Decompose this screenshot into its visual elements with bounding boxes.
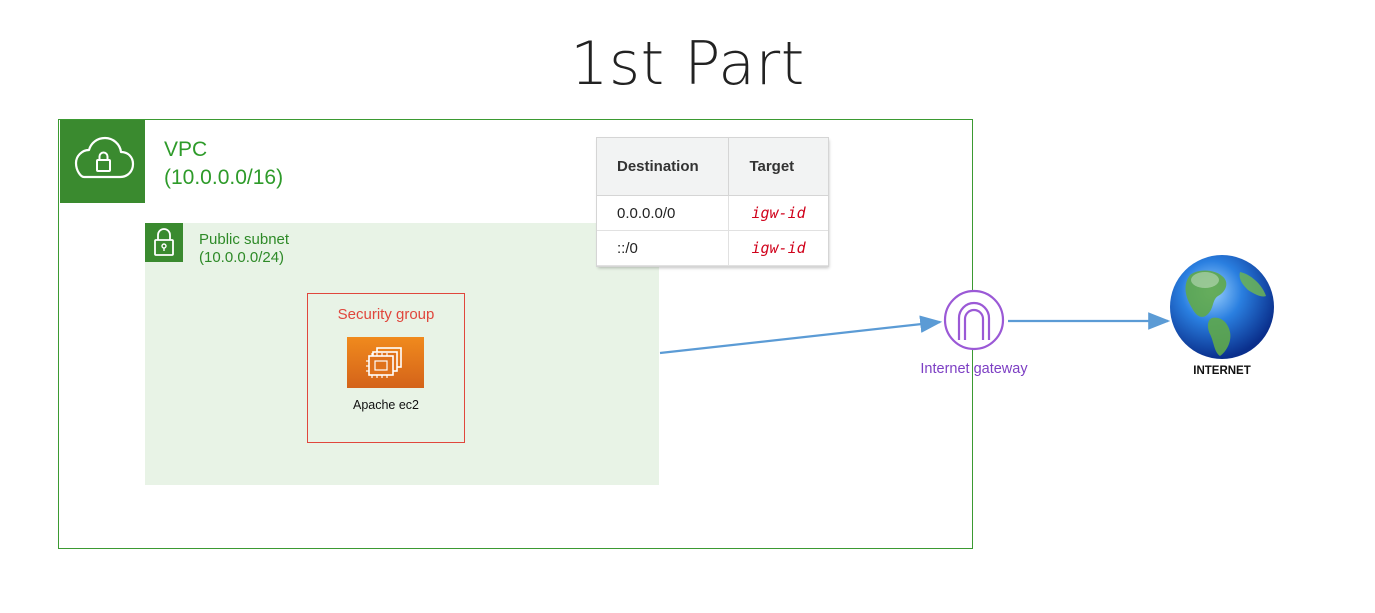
globe-icon (1170, 255, 1274, 359)
internet-label: INTERNET (1193, 365, 1251, 377)
diagram-canvas: 1st Part VPC (10.0.0.0/16) Public subnet… (0, 0, 1375, 613)
subnet-to-gateway-arrow (659, 315, 943, 355)
internet-gateway-label: Internet gateway (920, 361, 1028, 377)
internet-gateway-icon (943, 289, 1005, 351)
connectors-layer (659, 255, 1274, 359)
